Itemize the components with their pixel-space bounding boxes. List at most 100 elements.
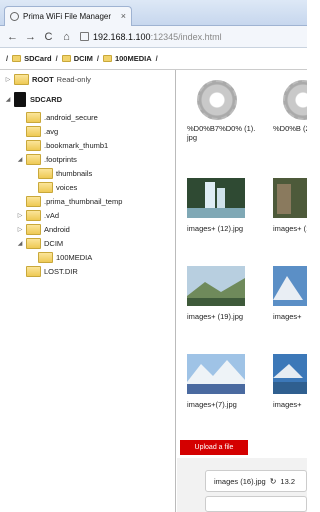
image-thumbnail	[273, 178, 307, 218]
file-name: images+	[273, 312, 302, 321]
folder-icon	[26, 125, 41, 137]
file-name: %D0%B (2).jpg	[273, 124, 307, 133]
browser-tab[interactable]: Prima WiFi File Manager ×	[4, 6, 132, 26]
collapse-arrow-icon[interactable]: ◢	[4, 96, 12, 103]
image-thumbnail	[273, 266, 307, 306]
tree-item[interactable]: ▷ .vAd	[16, 208, 59, 222]
tree-item[interactable]: .avg	[16, 124, 58, 138]
folder-tree: ▷ ROOT Read-only ◢ SDCARD .android_secur…	[0, 70, 176, 512]
breadcrumb-separator: /	[155, 54, 158, 63]
refresh-icon[interactable]: ↻	[270, 477, 277, 486]
file-item[interactable]: images+	[273, 266, 307, 321]
folder-icon	[38, 167, 53, 179]
file-item[interactable]: %D0%B (2).jpg	[273, 80, 307, 133]
tree-item[interactable]: .prima_thumbnail_temp	[16, 194, 122, 208]
tree-item[interactable]: LOST.DIR	[16, 264, 78, 278]
expand-arrow-icon[interactable]: ▷	[4, 76, 12, 83]
image-thumbnail	[187, 266, 245, 306]
globe-icon	[10, 12, 19, 21]
tree-item[interactable]: ◢ DCIM	[16, 236, 63, 250]
file-item[interactable]: images+ (19).jpg	[187, 266, 257, 321]
upload-queue-item[interactable]: images (16).jpg ↻ 13.2	[205, 470, 307, 492]
file-item[interactable]: images+ (13).jpg	[273, 178, 307, 233]
tree-item-label: LOST.DIR	[44, 266, 78, 276]
upload-button[interactable]: Upload a file	[180, 440, 248, 455]
back-button[interactable]: ←	[6, 30, 19, 43]
folder-icon	[26, 153, 41, 165]
folder-icon	[26, 195, 41, 207]
breadcrumb: / SDCard / DCIM / 100MEDIA /	[0, 48, 307, 70]
breadcrumb-separator: /	[55, 54, 58, 63]
tree-item-label: Android	[44, 224, 70, 234]
tree-item-label: SDCARD	[30, 94, 63, 104]
file-name: images+ (19).jpg	[187, 312, 244, 321]
file-item[interactable]: images+	[273, 354, 307, 409]
navigation-bar: ← → C ⌂ 192.168.1.100 :12345/index.html	[0, 26, 307, 48]
expand-arrow-icon[interactable]: ▷	[16, 226, 24, 233]
tree-item[interactable]: ▷ Android	[16, 222, 70, 236]
breadcrumb-item-sdcard[interactable]: SDCard	[12, 54, 52, 63]
browser-titlebar: Prima WiFi File Manager ×	[0, 0, 307, 26]
tree-item[interactable]: .bookmark_thumb1	[16, 138, 108, 152]
home-button[interactable]: ⌂	[60, 30, 73, 43]
file-name: images+ (12).jpg	[187, 224, 244, 233]
folder-icon	[26, 265, 41, 277]
folder-icon	[12, 55, 22, 62]
page-icon	[80, 32, 89, 41]
forward-button[interactable]: →	[24, 30, 37, 43]
tree-item[interactable]: 100MEDIA	[28, 250, 92, 264]
tree-item-label: .android_secure	[44, 112, 98, 122]
image-thumbnail	[187, 354, 245, 394]
breadcrumb-item-100media[interactable]: 100MEDIA	[102, 54, 152, 63]
tree-item-root[interactable]: ▷ ROOT Read-only	[4, 72, 91, 86]
tree-item-label: thumbnails	[56, 168, 93, 178]
breadcrumb-label: 100MEDIA	[114, 54, 152, 63]
url-path: :12345/index.html	[150, 31, 222, 42]
reload-button[interactable]: C	[42, 30, 55, 43]
folder-icon	[26, 237, 41, 249]
tree-item-label: voices	[56, 182, 78, 192]
breadcrumb-item-dcim[interactable]: DCIM	[61, 54, 93, 63]
tree-item-label: ROOT	[32, 74, 54, 84]
file-name: %D0%B7%D0% (1).jpg	[187, 124, 256, 142]
sdcard-icon	[14, 91, 26, 107]
collapse-arrow-icon[interactable]: ◢	[16, 240, 24, 247]
tree-item-label: 100MEDIA	[56, 252, 93, 262]
image-thumbnail	[273, 354, 307, 394]
tree-item[interactable]: voices	[28, 180, 77, 194]
tree-item-label: .bookmark_thumb1	[44, 140, 109, 150]
file-name: images+	[273, 400, 302, 409]
breadcrumb-label: SDCard	[24, 54, 52, 63]
url-host: 192.168.1.100	[93, 31, 151, 42]
folder-icon	[61, 55, 71, 62]
tree-item-sdcard[interactable]: ◢ SDCARD	[4, 90, 62, 108]
folder-icon	[26, 223, 41, 235]
tree-item[interactable]: .android_secure	[16, 110, 98, 124]
collapse-arrow-icon[interactable]: ◢	[16, 156, 24, 163]
close-tab-icon[interactable]: ×	[121, 11, 126, 21]
file-name: images+(7).jpg	[187, 400, 237, 409]
file-grid: %D0%B7%D0% (1).jpg %D0%B (2).jpg images+…	[177, 70, 307, 430]
folder-icon	[26, 111, 41, 123]
file-item[interactable]: images+ (12).jpg	[187, 178, 257, 233]
tree-item-label: .avg	[44, 126, 59, 136]
gear-icon	[283, 80, 307, 120]
folder-icon	[26, 139, 41, 151]
folder-icon	[102, 55, 112, 62]
tree-item-label: .footprints	[44, 154, 77, 164]
tree-item-label: DCIM	[44, 238, 64, 248]
upload-queue-item[interactable]	[205, 496, 307, 512]
image-thumbnail	[187, 178, 245, 218]
tab-title: Prima WiFi File Manager	[23, 12, 112, 21]
file-item[interactable]: %D0%B7%D0% (1).jpg	[187, 80, 257, 142]
tree-item-label: .prima_thumbnail_temp	[44, 196, 123, 206]
expand-arrow-icon[interactable]: ▷	[16, 212, 24, 219]
gear-icon	[197, 80, 237, 120]
breadcrumb-separator: /	[6, 54, 9, 63]
folder-icon	[26, 209, 41, 221]
file-item[interactable]: images+(7).jpg	[187, 354, 257, 409]
tree-item[interactable]: ◢ .footprints	[16, 152, 77, 166]
tree-item[interactable]: thumbnails	[28, 166, 92, 180]
file-name: images+ (13).jpg	[273, 224, 307, 233]
address-bar[interactable]: 192.168.1.100 :12345/index.html	[80, 32, 222, 42]
